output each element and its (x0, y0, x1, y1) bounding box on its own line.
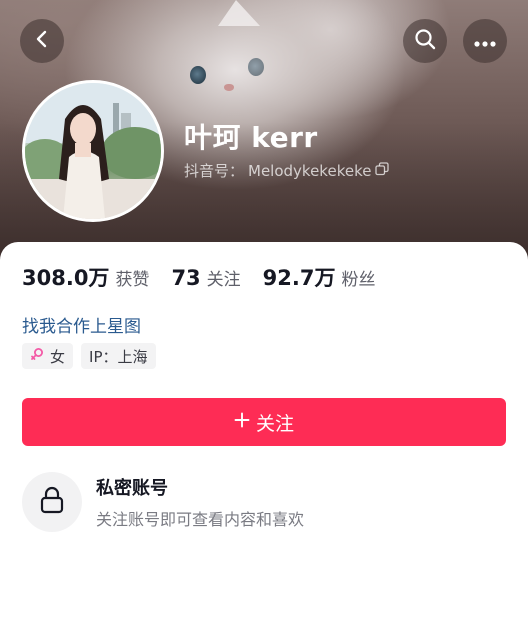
stat-followers-label: 粉丝 (341, 270, 376, 290)
stat-followers[interactable]: 92.7万 粉丝 (263, 262, 376, 292)
douyin-id-value: Melodykekekeke (248, 161, 372, 180)
stat-followers-value: 92.7万 (262, 266, 336, 290)
more-button[interactable] (463, 19, 507, 63)
gender-tag: 女 (22, 343, 74, 369)
display-name: 叶珂 kerr (184, 121, 318, 154)
bio-link[interactable]: 找我合作上星图 (22, 312, 141, 337)
follow-button[interactable]: 关注 (22, 398, 506, 446)
stat-likes-value: 308.0万 (22, 266, 110, 290)
profile-tags: 女 IP：上海 (22, 343, 156, 369)
more-dots-icon (474, 32, 496, 51)
banner-cat-eye-left (190, 66, 206, 84)
private-account-text: 私密账号 关注账号即可查看内容和喜欢 (96, 474, 304, 530)
stat-following-value: 73 (171, 266, 201, 290)
douyin-id-label: 抖音号： (184, 162, 245, 180)
private-account-subtitle: 关注账号即可查看内容和喜欢 (96, 510, 305, 529)
search-icon (414, 28, 436, 54)
lock-icon (39, 486, 65, 518)
stat-likes-label: 获赞 (115, 270, 150, 290)
gender-label: 女 (50, 347, 66, 366)
copy-icon[interactable] (375, 161, 390, 180)
stat-following-label: 关注 (206, 270, 241, 290)
douyin-id-row[interactable]: 抖音号： Melodykekekeke (184, 160, 390, 181)
plus-icon (234, 411, 250, 433)
ip-location-label: IP：上海 (89, 347, 148, 366)
banner-cat-eye-right (248, 58, 264, 76)
ip-location-tag: IP：上海 (81, 343, 156, 369)
lock-badge (22, 472, 82, 532)
avatar-photo (25, 83, 161, 219)
profile-card: 308.0万 获赞 73 关注 92.7万 粉丝 找我合作上星图 女 IP：上海… (0, 242, 528, 640)
stat-likes: 308.0万 获赞 (22, 262, 149, 292)
banner-cat-ear (218, 0, 260, 26)
search-button[interactable] (403, 19, 447, 63)
follow-button-label: 关注 (255, 412, 294, 435)
back-chevron-icon (32, 29, 52, 53)
private-account-notice: 私密账号 关注账号即可查看内容和喜欢 (22, 472, 304, 532)
banner-cat-nose (224, 84, 234, 91)
avatar[interactable] (22, 80, 164, 222)
private-account-title: 私密账号 (96, 478, 168, 499)
stats-row: 308.0万 获赞 73 关注 92.7万 粉丝 (22, 262, 398, 292)
back-button[interactable] (20, 19, 64, 63)
stat-following[interactable]: 73 关注 (171, 265, 240, 290)
female-icon (30, 347, 44, 365)
